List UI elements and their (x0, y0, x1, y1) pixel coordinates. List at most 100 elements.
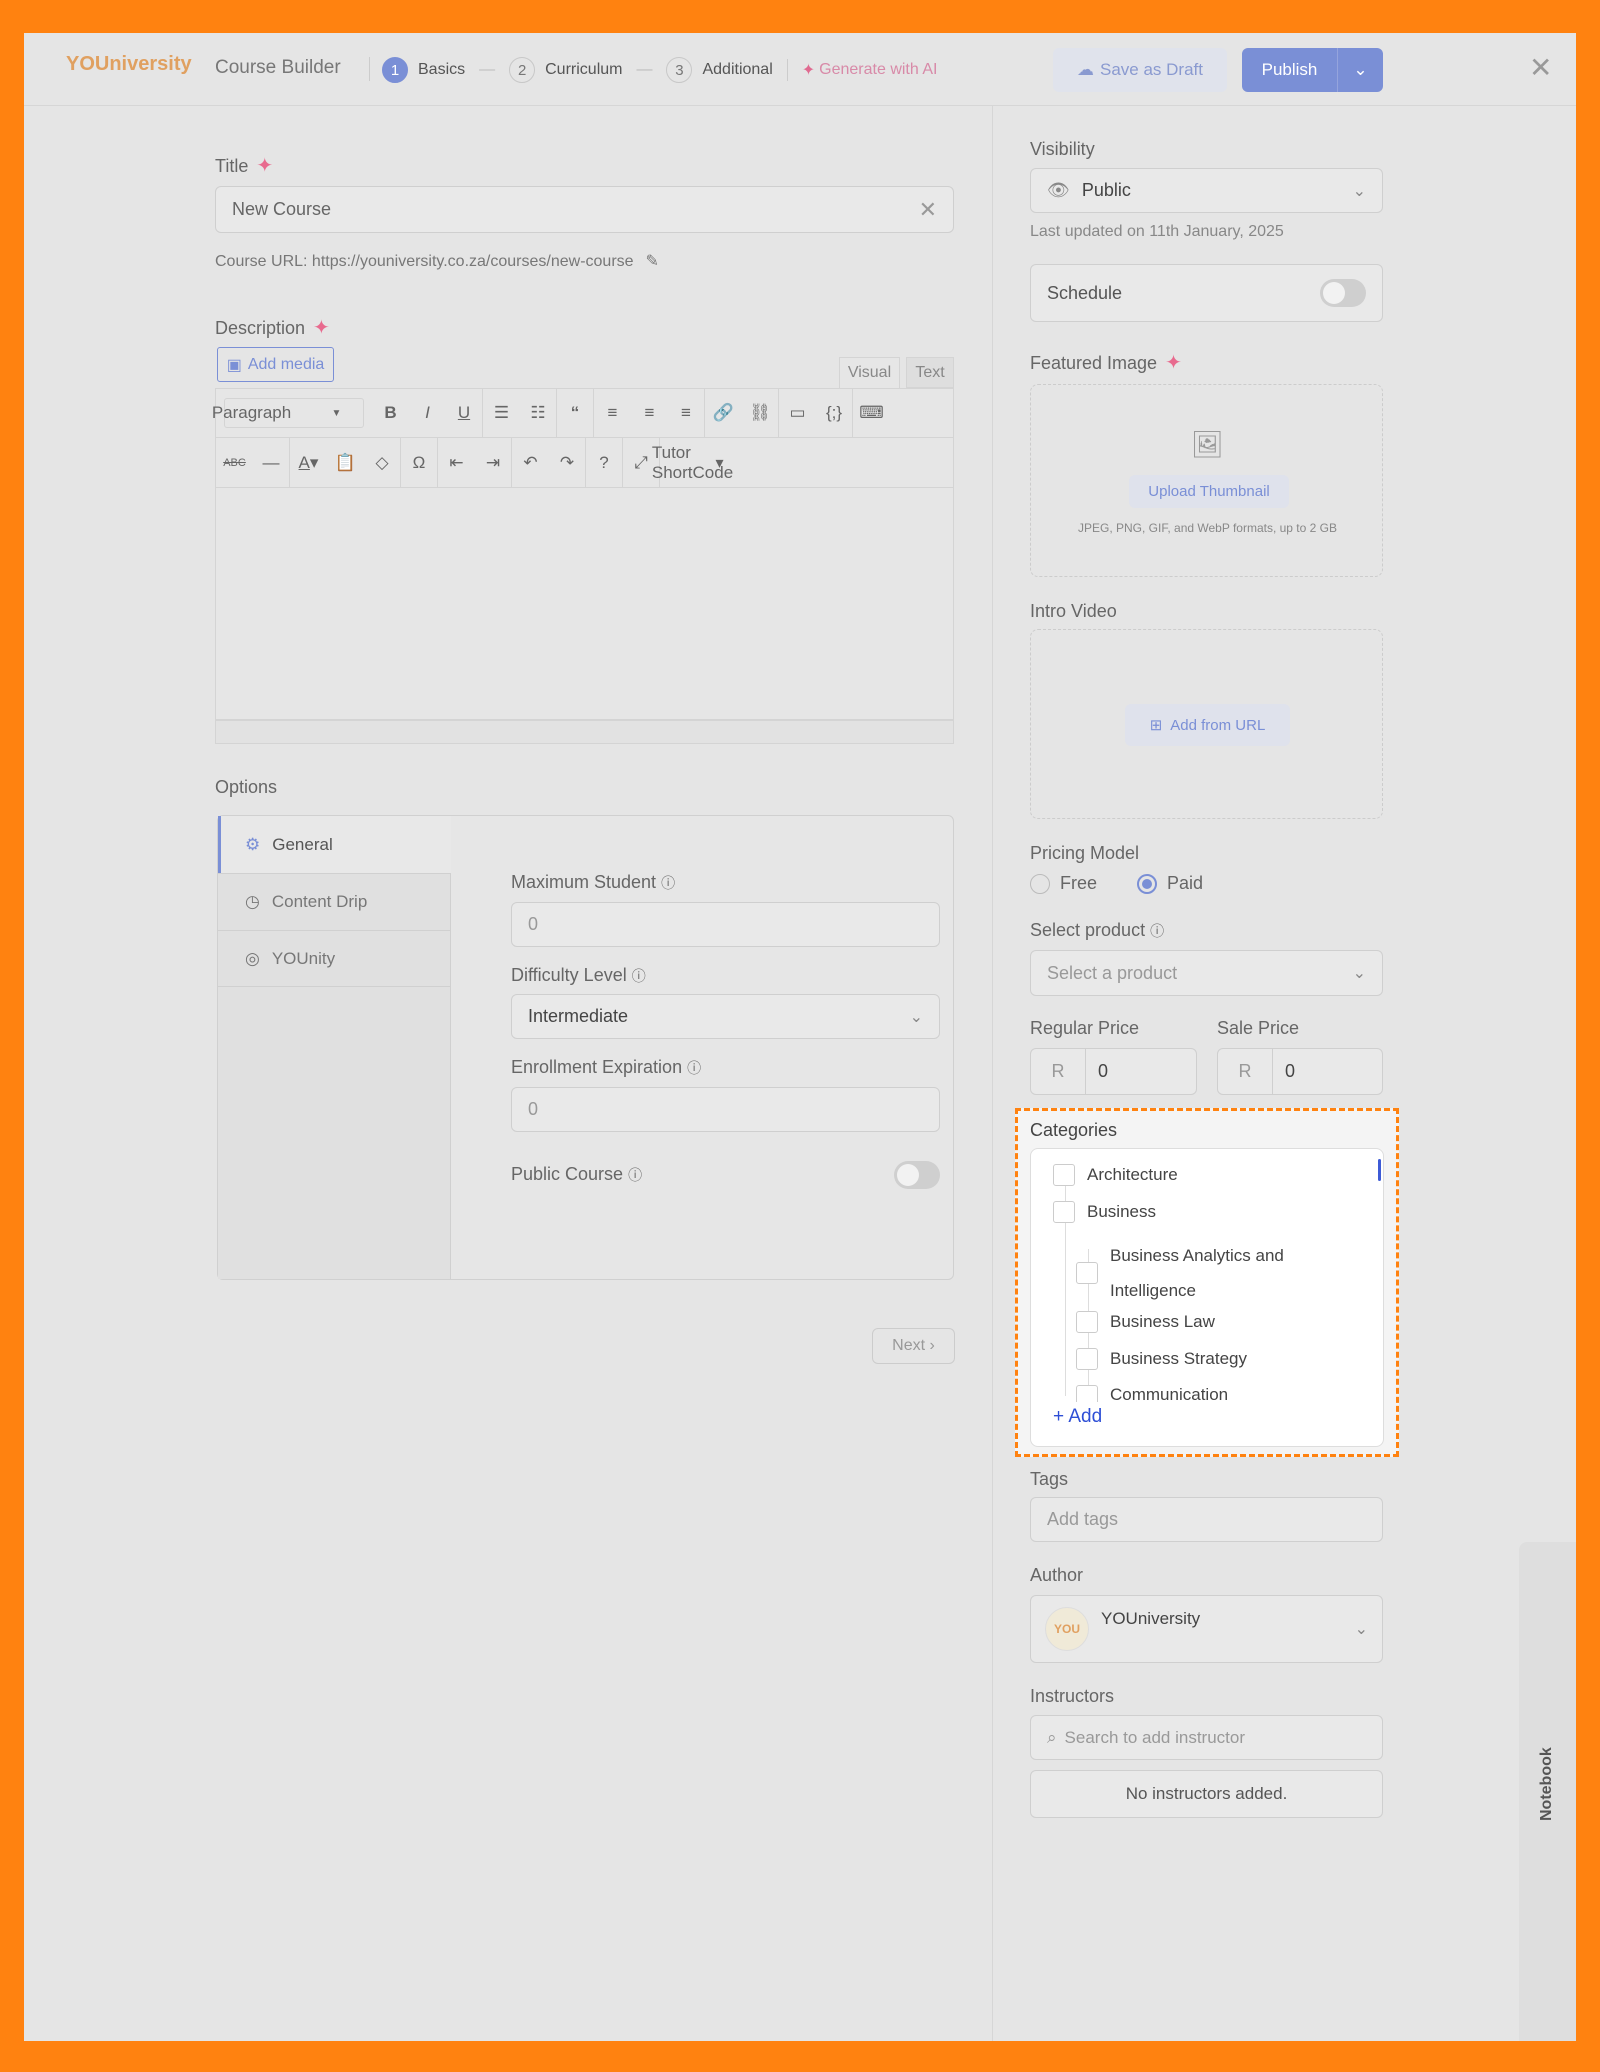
edit-icon[interactable]: ✎ (646, 253, 659, 270)
option-tab-younity[interactable]: ◎ YOUnity (218, 930, 451, 987)
category-architecture[interactable]: Architecture (1053, 1164, 1178, 1186)
align-left-icon[interactable]: ≡ (594, 389, 631, 437)
bold-icon[interactable]: B (372, 389, 409, 437)
plus-icon: + (1053, 1406, 1065, 1427)
info-icon: ⓘ (661, 875, 676, 891)
max-student-input[interactable]: 0 (511, 902, 940, 947)
description-label: Description ✦ (215, 317, 330, 339)
categories-scrollbar[interactable] (1378, 1159, 1381, 1181)
save-draft-button[interactable]: ☁ Save as Draft (1053, 48, 1227, 92)
category-business-law[interactable]: Business Law (1076, 1311, 1215, 1333)
step-additional[interactable]: 3 Additional (666, 57, 773, 83)
categories-label: Categories (1030, 1120, 1118, 1140)
option-tab-general[interactable]: ⚙ General (218, 816, 451, 873)
outdent-icon[interactable]: ⇤ (438, 438, 475, 487)
option-tab-content-drip[interactable]: ◷ Content Drip (218, 873, 451, 930)
step-basics[interactable]: 1 Basics (382, 57, 465, 83)
bullet-list-icon[interactable]: ☰ (483, 389, 520, 437)
help-icon[interactable]: ? (586, 438, 623, 487)
avatar: YOU (1045, 1607, 1089, 1651)
underline-icon[interactable]: U (446, 389, 483, 437)
course-builder-window: YOUniversity Course Builder 1 Basics — 2C… (24, 33, 1576, 2041)
italic-icon[interactable]: I (409, 389, 446, 437)
pricing-radio-group: Free Paid (1030, 873, 1203, 894)
redo-icon[interactable]: ↷ (549, 438, 586, 487)
indent-icon[interactable]: ⇥ (475, 438, 512, 487)
category-communication[interactable]: Communication (1076, 1385, 1228, 1402)
close-icon[interactable]: ✕ (1529, 51, 1552, 84)
tab-text[interactable]: Text (906, 357, 954, 388)
tab-visual[interactable]: Visual (839, 357, 900, 388)
schedule-toggle[interactable] (1320, 279, 1366, 307)
checkbox[interactable] (1076, 1385, 1098, 1402)
clear-formatting-icon[interactable]: ◇ (364, 438, 401, 487)
public-course-label: Public Course ⓘ (511, 1164, 643, 1184)
add-media-button[interactable]: ▣ Add media (217, 347, 334, 382)
blockquote-icon[interactable]: “ (557, 389, 594, 437)
select-product-label: Select product ⓘ (1030, 920, 1165, 940)
sale-price-label: Sale Price (1217, 1018, 1300, 1038)
unlink-icon[interactable]: ⛓ (742, 389, 779, 437)
sparkle-icon: ✦ (801, 62, 816, 79)
info-icon: ⓘ (628, 1167, 643, 1183)
special-character-icon[interactable]: Ω (401, 438, 438, 487)
align-center-icon[interactable]: ≡ (631, 389, 668, 437)
enrollment-expiration-input[interactable]: 0 (511, 1087, 940, 1132)
title-input[interactable]: New Course ✕ (215, 186, 954, 233)
radio-free[interactable] (1030, 873, 1050, 894)
instructor-search-input[interactable]: ⌕ Search to add instructor (1030, 1715, 1383, 1760)
read-more-icon[interactable]: ▭ (779, 389, 816, 437)
featured-image-dropzone[interactable]: 🖼 Upload Thumbnail JPEG, PNG, GIF, and W… (1030, 384, 1383, 577)
paste-text-icon[interactable]: 📋 (327, 438, 364, 487)
title-label: Title ✦ (215, 155, 274, 177)
undo-icon[interactable]: ↶ (512, 438, 549, 487)
next-button[interactable]: Next › (872, 1328, 955, 1364)
code-icon[interactable]: {;} (816, 389, 853, 437)
checkbox[interactable] (1053, 1201, 1075, 1223)
add-from-url-button[interactable]: ⊞ Add from URL (1125, 704, 1290, 746)
publish-options-chevron-icon[interactable]: ⌄ (1337, 48, 1383, 92)
public-course-toggle[interactable] (894, 1161, 940, 1189)
numbered-list-icon[interactable]: ☷ (520, 389, 557, 437)
horizontal-line-icon[interactable]: — (253, 438, 290, 487)
category-business-analytics[interactable]: Business Analytics and Intelligence (1076, 1238, 1284, 1308)
checkbox[interactable] (1076, 1311, 1098, 1333)
format-select[interactable]: Paragraph ▼ (212, 398, 364, 428)
align-right-icon[interactable]: ≡ (668, 389, 705, 437)
add-category-button[interactable]: + Add (1053, 1406, 1102, 1428)
tags-input[interactable]: Add tags (1030, 1497, 1383, 1542)
author-select[interactable]: YOU YOUniversity ⌄ (1030, 1595, 1383, 1663)
cloud-upload-icon: ☁ (1077, 60, 1094, 79)
last-updated: Last updated on 11th January, 2025 (1030, 223, 1284, 240)
generate-ai-button[interactable]: ✦ Generate with AI (802, 60, 938, 80)
checkbox[interactable] (1053, 1164, 1075, 1186)
description-editor[interactable] (215, 488, 954, 720)
category-business[interactable]: Business (1053, 1201, 1156, 1223)
max-student-label: Maximum Student ⓘ (511, 872, 676, 892)
step-curriculum[interactable]: 2 Curriculum (509, 57, 622, 83)
checkbox[interactable] (1076, 1262, 1098, 1284)
sale-price-input[interactable]: R0 (1217, 1048, 1383, 1095)
logo: YOUniversity (66, 53, 192, 75)
page-title: Course Builder (215, 57, 341, 78)
search-icon: ⌕ (1047, 1727, 1057, 1747)
radio-paid[interactable] (1137, 873, 1158, 894)
clear-icon[interactable]: ✕ (919, 197, 937, 223)
upload-thumbnail-button[interactable]: Upload Thumbnail (1129, 475, 1289, 508)
strikethrough-icon[interactable]: ABC (216, 438, 253, 487)
categories-highlight: Categories Architecture Business Busines… (1015, 1108, 1399, 1457)
tutor-shortcode-dropdown[interactable]: Tutor ShortCode ▾ (652, 438, 737, 487)
visibility-select[interactable]: 👁 Public ⌄ (1030, 168, 1383, 213)
product-select[interactable]: Select a product ⌄ (1030, 950, 1383, 996)
publish-button[interactable]: Publish (1242, 60, 1337, 80)
notebook-tab[interactable]: Notebook (1519, 1542, 1576, 2041)
link-icon[interactable]: 🔗 (705, 389, 742, 437)
text-color-icon[interactable]: A ▾ (290, 438, 327, 487)
intro-video-label: Intro Video (1030, 601, 1117, 621)
category-business-strategy[interactable]: Business Strategy (1076, 1348, 1247, 1370)
editor-resize-handle[interactable] (215, 720, 954, 744)
checkbox[interactable] (1076, 1348, 1098, 1370)
regular-price-input[interactable]: R0 (1030, 1048, 1197, 1095)
keyboard-icon[interactable]: ⌨ (853, 389, 890, 437)
difficulty-select[interactable]: Intermediate ⌄ (511, 994, 940, 1039)
